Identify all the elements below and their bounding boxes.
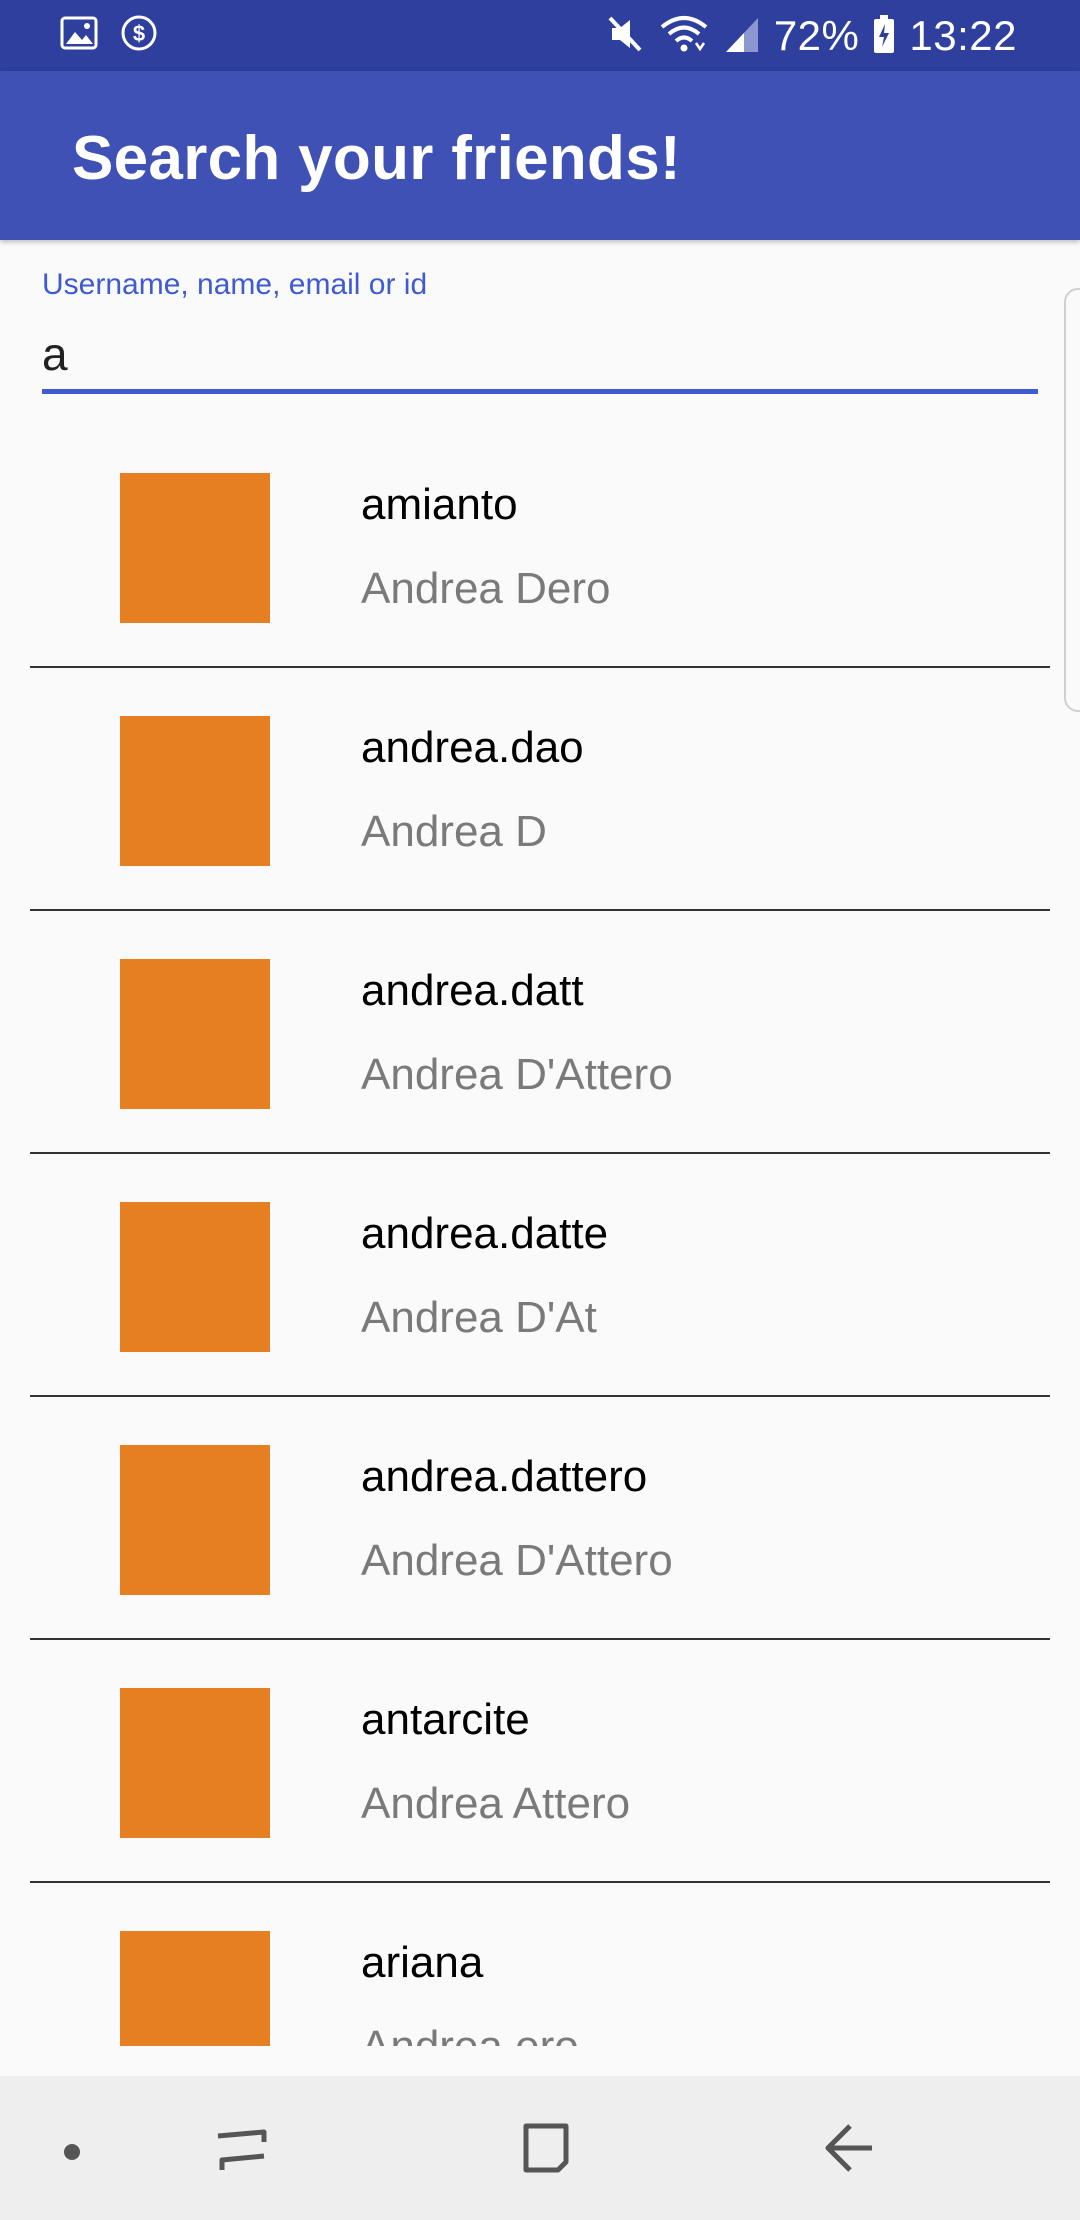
search-input[interactable] bbox=[42, 318, 1038, 394]
search-label: Username, name, email or id bbox=[42, 268, 428, 301]
scroll-hint bbox=[1064, 288, 1080, 712]
list-item[interactable]: andrea.dattero Andrea D'Attero bbox=[30, 1412, 1050, 1655]
battery-percentage: 72% bbox=[773, 12, 860, 59]
full-name: Andrea D bbox=[361, 807, 547, 856]
divider bbox=[30, 1152, 1050, 1154]
list-item[interactable]: andrea.datte Andrea D'At bbox=[30, 1169, 1050, 1412]
dot-icon[interactable] bbox=[56, 2136, 88, 2173]
list-item[interactable]: antarcite Andrea Attero bbox=[30, 1655, 1050, 1898]
avatar bbox=[120, 1931, 270, 2046]
username: ariana bbox=[361, 1938, 484, 1987]
wifi-icon bbox=[658, 13, 710, 60]
battery-charging-icon bbox=[873, 14, 895, 59]
username: andrea.dao bbox=[361, 723, 584, 772]
avatar bbox=[120, 1688, 270, 1838]
divider bbox=[30, 666, 1050, 668]
navigation-bar bbox=[0, 2076, 1080, 2220]
username: antarcite bbox=[361, 1695, 530, 1744]
divider bbox=[30, 909, 1050, 911]
full-name: Andrea D'Attero bbox=[361, 1050, 673, 1099]
status-bar-left: $ bbox=[60, 14, 158, 57]
signal-icon bbox=[724, 14, 760, 59]
back-icon[interactable] bbox=[816, 2112, 880, 2187]
full-name: Andrea ero bbox=[361, 2022, 579, 2046]
username: andrea.datte bbox=[361, 1209, 609, 1258]
username: amianto bbox=[361, 480, 518, 529]
status-bar: $ 72% 13:22 bbox=[0, 0, 1080, 71]
avatar bbox=[120, 1202, 270, 1352]
mute-icon bbox=[606, 14, 644, 59]
full-name: Andrea D'Attero bbox=[361, 1536, 673, 1585]
search-field: Username, name, email or id bbox=[42, 268, 1038, 394]
list-item[interactable]: andrea.datt Andrea D'Attero bbox=[30, 926, 1050, 1169]
username: andrea.datt bbox=[361, 966, 584, 1015]
page-title: Search your friends! bbox=[72, 124, 681, 193]
divider bbox=[30, 1881, 1050, 1883]
divider bbox=[30, 1638, 1050, 1640]
status-bar-right: 72% 13:22 bbox=[606, 10, 1017, 62]
full-name: Andrea D'At bbox=[361, 1293, 597, 1342]
full-name: Andrea Dero bbox=[361, 564, 611, 613]
image-icon bbox=[60, 16, 98, 55]
list-item[interactable]: amianto Andrea Dero bbox=[30, 440, 1050, 683]
list-item[interactable]: ariana Andrea ero bbox=[30, 1898, 1050, 2046]
avatar bbox=[120, 1445, 270, 1595]
recent-apps-icon[interactable] bbox=[212, 2112, 272, 2187]
avatar bbox=[120, 716, 270, 866]
app-bar: Search your friends! bbox=[0, 71, 1080, 240]
list-item[interactable]: andrea.dao Andrea D bbox=[30, 683, 1050, 926]
divider bbox=[30, 1395, 1050, 1397]
home-icon[interactable] bbox=[512, 2112, 576, 2187]
svg-text:$: $ bbox=[133, 21, 145, 46]
clock: 13:22 bbox=[909, 12, 1017, 59]
full-name: Andrea Attero bbox=[361, 1779, 631, 1828]
avatar bbox=[120, 959, 270, 1109]
results-list[interactable]: amianto Andrea Dero andrea.dao Andrea D … bbox=[30, 440, 1050, 2046]
username: andrea.dattero bbox=[361, 1452, 648, 1501]
dollar-circle-icon: $ bbox=[120, 14, 158, 57]
avatar bbox=[120, 473, 270, 623]
